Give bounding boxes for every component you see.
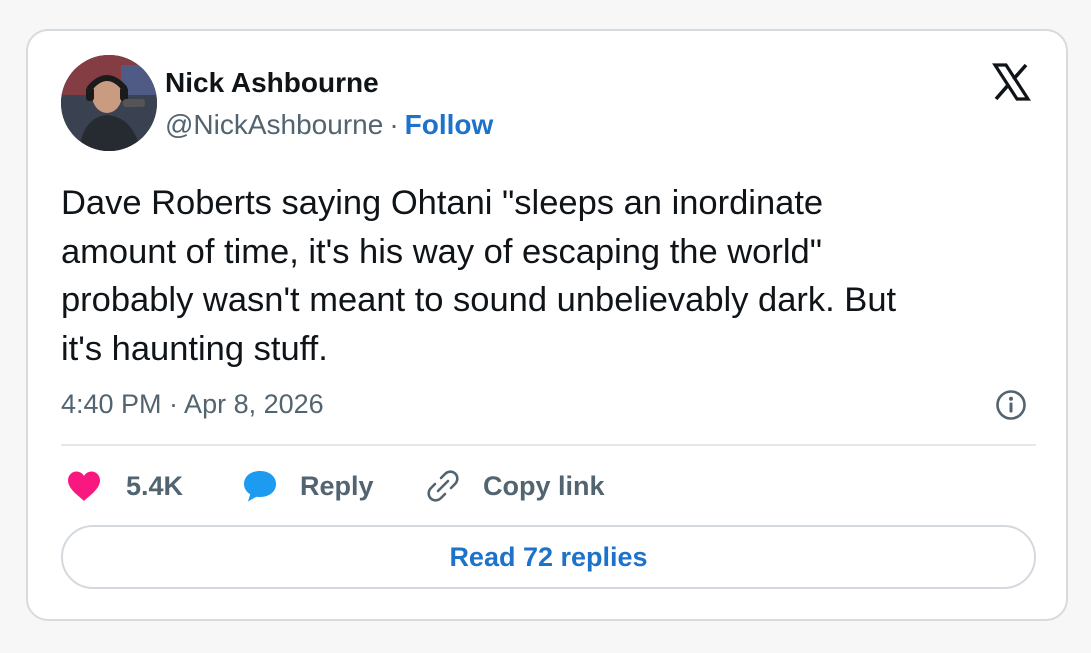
copy-link-label: Copy link <box>483 471 605 501</box>
tweet-text-line: it's haunting stuff. <box>61 329 328 368</box>
like-button[interactable]: 5.4K <box>66 467 183 505</box>
heart-icon <box>68 471 100 501</box>
info-icon[interactable] <box>995 389 1027 421</box>
tweet-text-line: Dave Roberts saying Ohtani "sleeps an in… <box>61 184 824 222</box>
tweet-text-line: amount of time, it's his way of escaping… <box>61 232 822 271</box>
author-handle-row: @NickAshbourne · Follow <box>165 108 493 142</box>
follow-button[interactable]: Follow <box>405 109 494 140</box>
author-display-name[interactable]: Nick Ashbourne <box>165 66 379 100</box>
copy-link-button[interactable]: Copy link <box>425 467 605 505</box>
tweet-embed-card: Nick Ashbourne @NickAshbourne · Follow Dav… <box>26 29 1068 621</box>
reply-label: Reply <box>300 471 374 501</box>
divider <box>61 444 1036 446</box>
separator-dot: · <box>389 109 399 140</box>
tweet-text: Dave Roberts saying Ohtani "sleeps an in… <box>61 179 1041 373</box>
tweet-text-line: probably wasn't meant to sound unbelieva… <box>61 281 897 319</box>
author-handle[interactable]: @NickAshbourne <box>165 109 383 140</box>
link-icon <box>427 470 459 502</box>
speech-bubble-icon <box>244 471 276 502</box>
read-replies-button[interactable]: Read 72 replies <box>61 525 1036 589</box>
avatar-photo-icon <box>61 55 157 151</box>
like-count: 5.4K <box>126 471 184 501</box>
reply-button[interactable]: Reply <box>242 467 374 505</box>
avatar[interactable] <box>61 55 157 151</box>
x-logo-icon[interactable] <box>991 62 1031 102</box>
tweet-timestamp[interactable]: 4:40 PM · Apr 8, 2026 <box>61 388 324 420</box>
